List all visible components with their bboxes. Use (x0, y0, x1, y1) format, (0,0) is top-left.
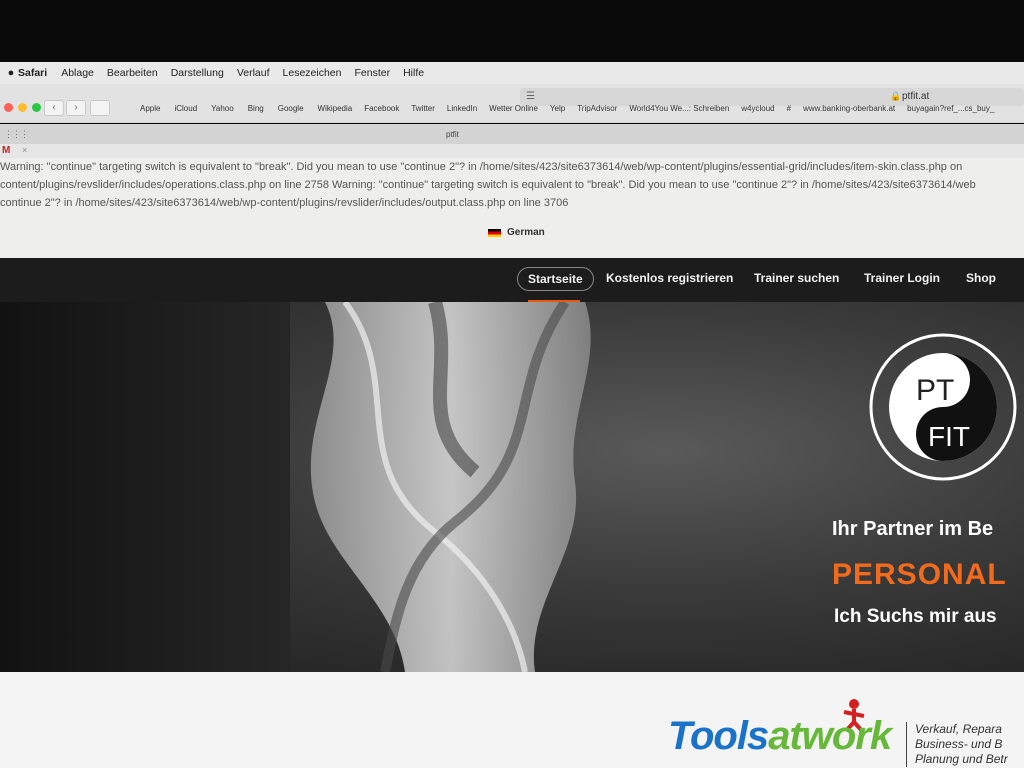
tab-title[interactable]: ptfit (446, 130, 459, 139)
hero-slider: PT FIT Ihr Partner im Be PERSONAL Ich Su… (0, 302, 1024, 672)
pinned-tab-row: M × (0, 144, 1024, 158)
close-icon[interactable]: × (22, 145, 27, 155)
ptfit-logo: PT FIT (869, 333, 1017, 481)
nav-kostenlos-registrieren[interactable]: Kostenlos registrieren (606, 271, 733, 285)
favorite-item[interactable]: Wikipedia (318, 104, 353, 113)
ad-banner[interactable]: Toolsatwork Verkauf, Repara Business- un… (0, 672, 1024, 768)
menu-fenster[interactable]: Fenster (354, 67, 390, 79)
apple-icon[interactable]: ● (4, 67, 18, 79)
tab-bar: ⋮⋮⋮ ptfit (0, 124, 1024, 144)
nav-shop[interactable]: Shop (966, 271, 996, 285)
reader-icon[interactable]: ☰ (526, 91, 535, 102)
german-flag-icon (488, 229, 501, 237)
logo-pt-text: PT (916, 374, 954, 407)
warning-line: Warning: "continue" targeting switch is … (0, 161, 963, 173)
hero-line-3: Ich Suchs mir aus (834, 606, 997, 627)
menu-app-name[interactable]: Safari (18, 67, 47, 79)
favorite-item[interactable]: LinkedIn (447, 104, 477, 113)
zoom-window-button[interactable] (32, 103, 41, 112)
ad-line: Business- und B (915, 737, 1003, 751)
favorite-item[interactable]: Wetter Online (489, 104, 538, 113)
logo-fit-text: FIT (928, 421, 970, 452)
menu-hilfe[interactable]: Hilfe (403, 67, 424, 79)
brand-tools: Tools (668, 714, 769, 758)
favorite-item[interactable]: TripAdvisor (577, 104, 617, 113)
menu-lesezeichen[interactable]: Lesezeichen (283, 67, 342, 79)
favorite-item[interactable]: buyagain?ref_...cs_buy_ (907, 104, 994, 113)
nav-trainer-login[interactable]: Trainer Login (864, 271, 940, 285)
web-page: Warning: "continue" targeting switch is … (0, 158, 1024, 768)
brand-atwork: atwork (768, 714, 892, 758)
favorite-item[interactable]: World4You We...: Schreiben (629, 104, 729, 113)
gmail-icon[interactable]: M (2, 145, 10, 156)
window-controls (4, 103, 41, 112)
menu-verlauf[interactable]: Verlauf (237, 67, 270, 79)
hero-background-shade (0, 302, 290, 672)
address-url: ptfit.at (902, 91, 930, 102)
sidebar-toggle-button[interactable] (90, 100, 110, 116)
toolsatwork-logo: Toolsatwork (668, 714, 892, 759)
menu-darstellung[interactable]: Darstellung (171, 67, 224, 79)
rope-image (310, 302, 591, 672)
ad-description: Verkauf, Repara Business- und B Planung … (906, 722, 1008, 767)
php-warnings: Warning: "continue" targeting switch is … (0, 158, 1024, 258)
favorite-item[interactable]: Google (278, 104, 304, 113)
hero-line-1: Ihr Partner im Be (832, 518, 994, 540)
screen-bezel (0, 0, 1024, 60)
favorite-item[interactable]: Bing (248, 104, 264, 113)
nav-startseite[interactable]: Startseite (517, 267, 594, 291)
back-button[interactable]: ‹ (44, 100, 64, 116)
favorite-item[interactable]: Yelp (550, 104, 565, 113)
favorite-item[interactable]: Facebook (364, 104, 399, 113)
forward-button[interactable]: › (66, 100, 86, 116)
nav-trainer-suchen[interactable]: Trainer suchen (754, 271, 839, 285)
history-buttons: ‹ › (44, 100, 86, 116)
favorite-item[interactable]: # (787, 104, 791, 113)
language-label: German (507, 227, 545, 238)
close-window-button[interactable] (4, 103, 13, 112)
menu-bearbeiten[interactable]: Bearbeiten (107, 67, 158, 79)
menubar: ● Safari Ablage Bearbeiten Darstellung V… (0, 62, 1024, 84)
hero-line-2: PERSONAL (832, 558, 1007, 591)
favorite-item[interactable]: iCloud (174, 104, 197, 113)
favorite-item[interactable]: Yahoo (211, 104, 234, 113)
warning-line: continue 2"? in /home/sites/423/site6373… (0, 197, 569, 209)
favorite-item[interactable]: w4ycloud (741, 104, 774, 113)
lock-icon: 🔒 (890, 91, 902, 101)
ad-line: Verkauf, Repara (915, 722, 1002, 736)
favorite-item[interactable]: Apple (140, 104, 160, 113)
main-navigation: Startseite Kostenlos registrieren Traine… (0, 258, 1024, 303)
minimize-window-button[interactable] (18, 103, 27, 112)
favorite-item[interactable]: Twitter (411, 104, 435, 113)
grid-icon[interactable]: ⋮⋮⋮ (4, 129, 29, 140)
favorite-item[interactable]: www.banking-oberbank.at (803, 104, 895, 113)
favorites-bar: Apple iCloud Yahoo Bing Google Wikipedia… (140, 104, 1006, 113)
ad-line: Planung und Betr (915, 752, 1008, 766)
language-switcher[interactable]: German (488, 224, 545, 242)
menu-ablage[interactable]: Ablage (61, 67, 94, 79)
warning-line: content/plugins/revslider/includes/opera… (0, 179, 976, 191)
